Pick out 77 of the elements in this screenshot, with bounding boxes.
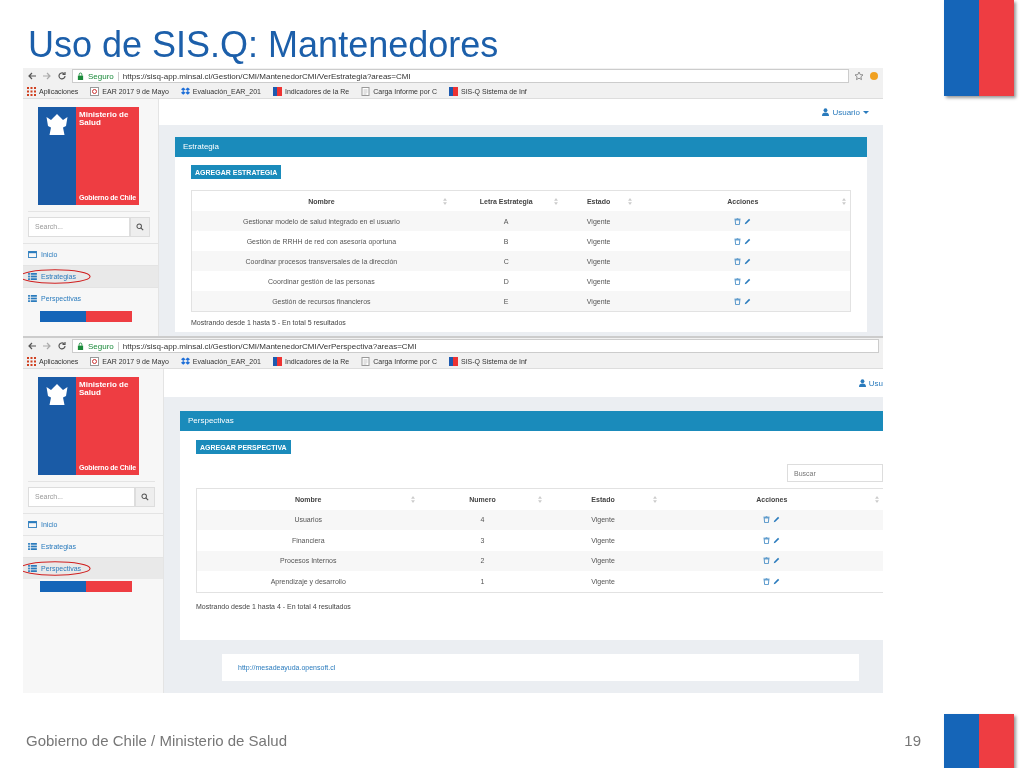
url-text: https://sisq-app.minsal.cl/Gestion/CMI/MantenedorCMI/VerPerspectiva?areas=CMI xyxy=(122,341,417,351)
pencil-icon[interactable] xyxy=(744,217,752,225)
trash-icon[interactable] xyxy=(734,257,742,265)
logo-text: Ministerio de Salud xyxy=(79,381,130,397)
sort-icon[interactable] xyxy=(627,197,632,205)
pencil-icon[interactable] xyxy=(744,257,752,265)
apps-grid-icon xyxy=(27,86,36,96)
sort-icon[interactable] xyxy=(553,197,558,205)
panel-header: Estrategia xyxy=(175,137,867,157)
page-icon xyxy=(90,86,100,96)
trash-icon[interactable] xyxy=(763,557,771,565)
pencil-icon[interactable] xyxy=(744,277,752,285)
dropbox-icon xyxy=(180,86,190,96)
pencil-icon[interactable] xyxy=(744,237,752,245)
dropbox-icon xyxy=(180,356,190,366)
sort-icon[interactable] xyxy=(411,495,416,503)
flag-icon xyxy=(272,86,282,96)
lock-icon xyxy=(77,341,84,351)
search-icon xyxy=(141,493,149,501)
url-text: https://sisq-app.minsal.cl/Gestion/CMI/MantenedorCMI/VerEstrategia?areas=CMI xyxy=(122,71,411,81)
pencil-icon[interactable] xyxy=(773,536,781,544)
extension-icon[interactable] xyxy=(869,71,879,81)
user-icon xyxy=(858,379,866,387)
page-icon xyxy=(90,356,100,366)
forward-icon[interactable] xyxy=(42,341,52,351)
flag-icon xyxy=(449,356,458,366)
window-icon xyxy=(28,521,37,528)
trash-icon[interactable] xyxy=(734,217,742,225)
user-icon xyxy=(822,108,830,116)
document-icon xyxy=(361,356,371,366)
address-bar[interactable]: Seguro https://sisq-app.minsal.cl/Gestion/CMI/MantenedorCMI/VerEstrategia?areas=CMI xyxy=(72,69,849,83)
user-menu[interactable]: Usu xyxy=(858,378,883,388)
list-icon xyxy=(28,273,37,280)
pencil-icon[interactable] xyxy=(773,577,781,585)
address-bar[interactable]: Seguro https://sisq-app.minsal.cl/Gestion/CMI/MantenedorCMI/VerPerspectiva?areas=CMI xyxy=(72,339,879,353)
window-icon xyxy=(28,251,37,258)
trash-icon[interactable] xyxy=(734,277,742,285)
slide-footer: Gobierno de Chile / Ministerio de Salud xyxy=(26,732,287,749)
list-icon xyxy=(28,543,37,550)
logo-text: Ministerio de Salud xyxy=(79,111,130,127)
flag-icon xyxy=(449,86,458,96)
page-number: 19 xyxy=(904,732,921,749)
secure-label: Seguro xyxy=(88,341,119,351)
user-menu[interactable]: Usuario xyxy=(822,107,869,117)
sort-icon[interactable] xyxy=(652,495,657,503)
flag-icon xyxy=(272,356,282,366)
forward-icon[interactable] xyxy=(42,71,52,81)
sort-icon[interactable] xyxy=(842,197,846,205)
trash-icon[interactable] xyxy=(763,577,771,585)
search-icon xyxy=(136,223,144,231)
document-icon xyxy=(361,86,371,96)
back-icon[interactable] xyxy=(27,71,37,81)
lock-icon xyxy=(77,71,84,81)
caret-icon xyxy=(863,110,869,114)
slide-title: Uso de SIS.Q: Mantenedores xyxy=(28,23,500,67)
star-icon[interactable] xyxy=(854,71,864,81)
search-button[interactable] xyxy=(135,487,155,507)
search-button[interactable] xyxy=(130,217,150,237)
trash-icon[interactable] xyxy=(763,516,771,524)
sort-icon[interactable] xyxy=(537,495,542,503)
sort-icon[interactable] xyxy=(442,197,447,205)
panel-header: Perspectivas xyxy=(180,411,883,431)
apps-grid-icon xyxy=(27,356,36,366)
back-icon[interactable] xyxy=(27,341,37,351)
trash-icon[interactable] xyxy=(763,536,771,544)
trash-icon[interactable] xyxy=(734,297,742,305)
list-icon xyxy=(28,565,37,572)
reload-icon[interactable] xyxy=(57,71,67,81)
reload-icon[interactable] xyxy=(57,341,67,351)
list-icon xyxy=(28,295,37,302)
trash-icon[interactable] xyxy=(734,237,742,245)
sort-icon[interactable] xyxy=(875,495,879,503)
pencil-icon[interactable] xyxy=(744,297,752,305)
pencil-icon[interactable] xyxy=(773,557,781,565)
pencil-icon[interactable] xyxy=(773,516,781,524)
flag-decoration xyxy=(944,714,1014,768)
secure-label: Seguro xyxy=(88,71,119,81)
